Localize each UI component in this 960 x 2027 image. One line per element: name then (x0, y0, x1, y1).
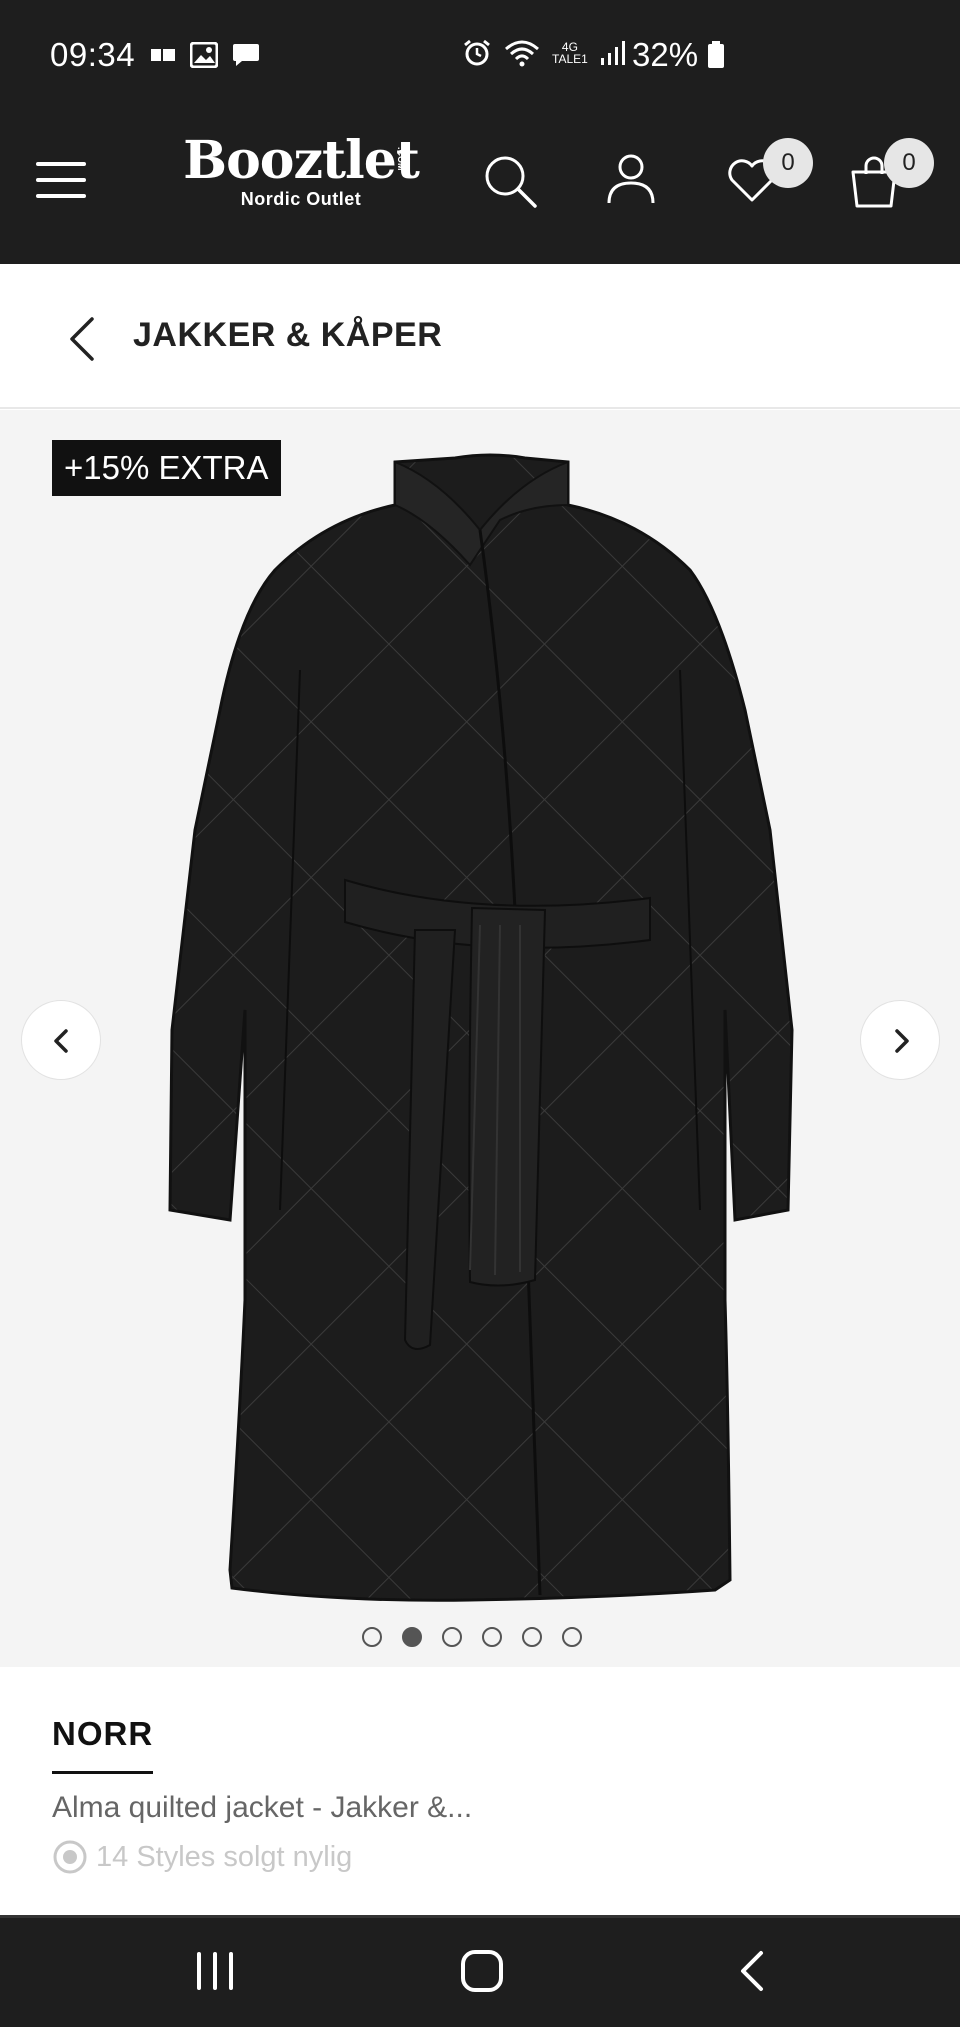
previous-image-button[interactable] (21, 1000, 101, 1080)
back-icon[interactable] (733, 1948, 773, 1994)
logo-suffix: .COM (395, 147, 406, 171)
category-title: JAKKER & KÅPER (133, 316, 443, 354)
menu-button[interactable] (36, 160, 86, 200)
signal-icon (600, 41, 625, 65)
product-image (168, 453, 794, 1602)
promo-badge: +15% EXTRA (52, 440, 281, 496)
target-icon (53, 1840, 87, 1874)
alarm-icon (464, 39, 490, 66)
pagination-dot[interactable] (402, 1627, 422, 1647)
notification-icons (150, 42, 260, 68)
network-type: 4G TALE1 (552, 40, 588, 66)
account-icon[interactable] (606, 153, 656, 205)
back-chevron-icon[interactable] (62, 314, 102, 364)
wishlist-count-badge: 0 (763, 138, 813, 188)
product-info: NORR Alma quilted jacket - Jakker &... 1… (0, 1667, 960, 1915)
sold-recently-text: 14 Styles solgt nylig (96, 1840, 353, 1873)
site-header: Booztlet .COM Nordic Outlet 0 0 (0, 95, 960, 264)
category-bar: JAKKER & KÅPER (0, 264, 960, 409)
chevron-right-icon (895, 1029, 909, 1053)
logo-tagline: Nordic Outlet (240, 189, 362, 209)
wishlist-button[interactable]: 0 (727, 138, 817, 208)
menu-bar (36, 194, 86, 198)
pagination-dot[interactable] (522, 1627, 542, 1647)
home-icon[interactable] (459, 1948, 505, 1994)
pagination-dot[interactable] (482, 1627, 502, 1647)
battery-level: 32% (632, 36, 725, 74)
pagination-dot[interactable] (562, 1627, 582, 1647)
message-icon (233, 44, 259, 66)
logo-wordmark: Booztlet .COM (183, 133, 420, 189)
search-icon[interactable] (482, 153, 538, 209)
pagination-dot[interactable] (442, 1627, 462, 1647)
pagination-dot[interactable] (362, 1627, 382, 1647)
clock: 09:34 (50, 36, 136, 73)
cart-button[interactable]: 0 (849, 138, 939, 218)
system-icons: 4G TALE1 (462, 38, 626, 68)
gallery-icon (190, 42, 218, 68)
battery-icon (708, 41, 725, 68)
chevron-left-icon (54, 1029, 68, 1053)
recent-apps-icon[interactable] (193, 1948, 237, 1994)
sold-recently-note: 14 Styles solgt nylig (52, 1839, 352, 1875)
product-brand[interactable]: NORR (52, 1715, 154, 1774)
menu-bar (36, 162, 86, 166)
notification-card-icon (151, 49, 175, 61)
status-bar: 09:34 4G TALE1 32% (0, 0, 960, 95)
product-image-gallery[interactable]: +15% EXTRA (0, 410, 960, 1667)
next-image-button[interactable] (860, 1000, 940, 1080)
system-navigation-bar (0, 1915, 960, 2027)
image-pagination (362, 1627, 582, 1647)
menu-bar (36, 178, 86, 182)
brand-logo[interactable]: Booztlet .COM Nordic Outlet (176, 133, 426, 210)
product-name: Alma quilted jacket - Jakker &... (52, 1791, 473, 1824)
cart-count-badge: 0 (884, 138, 934, 188)
wifi-icon (505, 40, 539, 67)
